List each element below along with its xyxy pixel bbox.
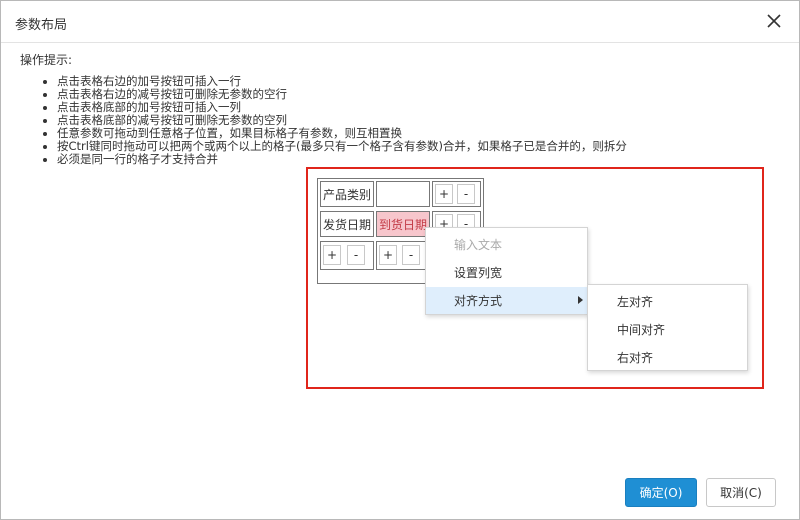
submenu-item-align-right[interactable]: 右对齐 [588,343,747,371]
alignment-submenu: 左对齐 中间对齐 右对齐 [587,284,748,371]
hint-item: 必须是同一行的格子才支持合并 [57,153,627,166]
menu-item-alignment[interactable]: 对齐方式 [426,287,587,314]
insert-column-button[interactable]: + [323,245,341,265]
hint-title: 操作提示: [20,53,73,67]
delete-column-button[interactable]: - [347,245,365,265]
menu-item-set-column-width[interactable]: 设置列宽 [426,259,587,286]
grid-cell-product-category[interactable]: 产品类别 [320,181,374,207]
ok-button[interactable]: 确定(O) [625,478,697,507]
insert-column-button[interactable]: + [379,245,397,265]
menu-item-alignment-label: 对齐方式 [454,294,503,308]
grid-cell-ship-date[interactable]: 发货日期 [320,211,374,237]
submenu-arrow-icon [578,296,583,304]
submenu-item-align-left[interactable]: 左对齐 [588,287,747,315]
insert-row-button[interactable]: + [435,184,453,204]
dialog-title: 参数布局 [15,18,68,33]
dialog-titlebar: 参数布局 [1,1,799,43]
delete-column-button[interactable]: - [402,245,420,265]
grid-cell-arrival-date[interactable]: 到货日期 [376,211,430,237]
hint-list: 点击表格右边的加号按钮可插入一行 点击表格右边的减号按钮可删除无参数的空行 点击… [41,75,627,166]
grid-cell-empty[interactable] [376,181,430,207]
close-icon[interactable] [765,12,783,30]
menu-item-input-text: 输入文本 [454,238,503,252]
delete-row-button[interactable]: - [457,184,475,204]
cancel-button[interactable]: 取消(C) [706,478,776,507]
context-menu: 输入文本 设置列宽 对齐方式 [425,227,588,315]
submenu-item-align-center[interactable]: 中间对齐 [588,315,747,343]
